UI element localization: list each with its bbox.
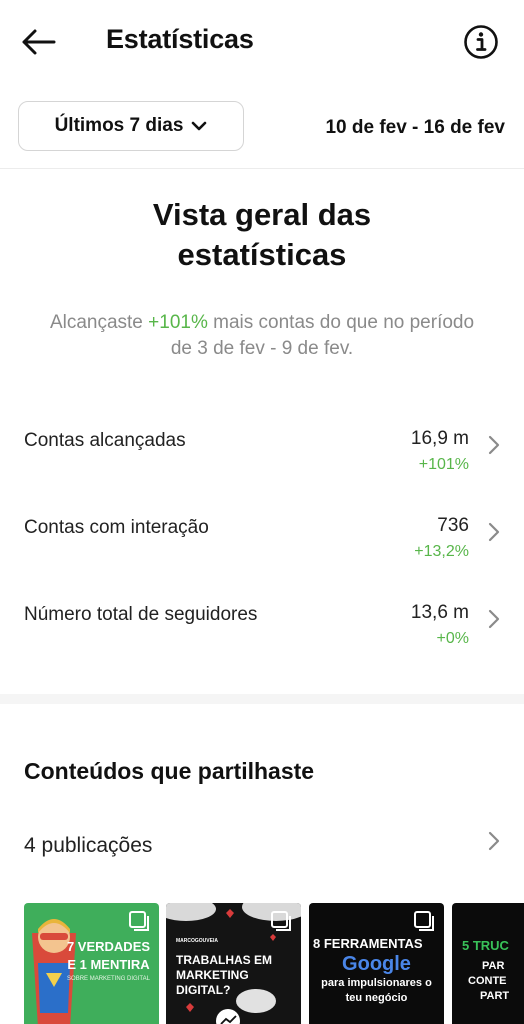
post-thumbnail-3[interactable]: 8 FERRAMENTAS Google para impulsionares …: [309, 903, 444, 1024]
thumbnail-4-line3: CONTE: [468, 975, 507, 987]
thumbnail-2-line2: MARKETING: [176, 968, 249, 982]
chevron-down-icon: [192, 121, 207, 131]
thumbnail-2-brand: MARCOGOUVEIA: [176, 938, 218, 944]
stat-label: Contas com interação: [24, 517, 209, 538]
thumbnail-4-line1: 5 TRUC: [462, 938, 509, 953]
info-circle-icon: [464, 25, 498, 59]
summary-prefix: Alcançaste: [49, 312, 149, 333]
post-thumbnail-1[interactable]: 7 VERDADES E 1 MENTIRA SOBRE MARKETING D…: [24, 903, 159, 1024]
overview-title: Vista geral das estatísticas: [0, 195, 524, 275]
date-range-dropdown-label: Últimos 7 dias: [54, 115, 184, 136]
divider: [0, 168, 524, 169]
overview-title-line1: Vista geral das: [152, 197, 372, 232]
thumbnail-1-line3: SOBRE MARKETING DIGITAL: [67, 976, 150, 982]
thumbnail-3-line1: 8 FERRAMENTAS: [313, 936, 423, 951]
back-button[interactable]: [20, 24, 62, 60]
summary-highlight: +101%: [148, 312, 208, 333]
thumbnail-4-line2: PAR: [482, 960, 505, 972]
thumbnail-2-line3: DIGITAL?: [176, 983, 231, 997]
thumbnail-4-line4: PART: [480, 990, 510, 1002]
date-range-dropdown[interactable]: Últimos 7 dias: [18, 101, 244, 151]
page-title: Estatísticas: [106, 24, 254, 54]
content-section-title: Conteúdos que partilhaste: [24, 758, 315, 784]
date-range-text: 10 de fev - 16 de fev: [325, 117, 505, 138]
stat-value: 16,9 m: [410, 428, 469, 449]
thumbnail-3-brand: Google: [309, 953, 444, 976]
stat-label: Contas alcançadas: [24, 430, 186, 451]
arrow-left-icon: [22, 29, 56, 55]
summary-suffix: mais contas do que no período de 3 de fe…: [170, 312, 475, 359]
posts-count-link[interactable]: 4 publicações: [24, 834, 152, 858]
stat-delta: +0%: [436, 630, 469, 647]
post-thumbnails: 7 VERDADES E 1 MENTIRA SOBRE MARKETING D…: [24, 903, 524, 1024]
thumbnail-1-line1: 7 VERDADES: [66, 939, 151, 954]
info-button[interactable]: [463, 24, 499, 60]
stat-row-accounts-reached[interactable]: Contas alcançadas 16,9 m +101%: [0, 428, 524, 484]
chevron-right-icon: [488, 435, 500, 455]
chevron-right-icon[interactable]: [486, 830, 502, 852]
stat-delta: +101%: [418, 456, 469, 473]
stat-delta: +13,2%: [414, 543, 469, 560]
google-logo: Google: [342, 953, 411, 975]
thumbnail-2-line1: TRABALHAS EM: [176, 953, 272, 967]
stat-value: 13,6 m: [410, 602, 469, 623]
carousel-icon: [129, 911, 149, 931]
post-thumbnail-2[interactable]: MARCOGOUVEIA TRABALHAS EM MARKETING DIGI…: [166, 903, 301, 1024]
chevron-right-icon: [488, 522, 500, 542]
thumbnail-1-line2: E 1 MENTIRA: [67, 957, 150, 972]
overview-summary: Alcançaste +101% mais contas do que no p…: [40, 310, 484, 362]
thumbnail-3-line3: teu negócio: [345, 992, 408, 1004]
stat-label: Número total de seguidores: [24, 604, 258, 625]
stat-row-accounts-engaged[interactable]: Contas com interação 736 +13,2%: [0, 515, 524, 571]
overview-title-line2: estatísticas: [177, 237, 347, 272]
thumbnail-3-line2: para impulsionares o: [321, 977, 432, 989]
section-separator: [0, 694, 524, 704]
stat-row-total-followers[interactable]: Número total de seguidores 13,6 m +0%: [0, 602, 524, 658]
stat-value: 736: [437, 515, 469, 536]
carousel-icon: [271, 911, 291, 931]
top-bar: Estatísticas: [0, 0, 524, 86]
carousel-icon: [414, 911, 434, 931]
post-thumbnail-4[interactable]: 5 TRUC PAR CONTE PART: [452, 903, 524, 1024]
chevron-right-icon: [488, 609, 500, 629]
